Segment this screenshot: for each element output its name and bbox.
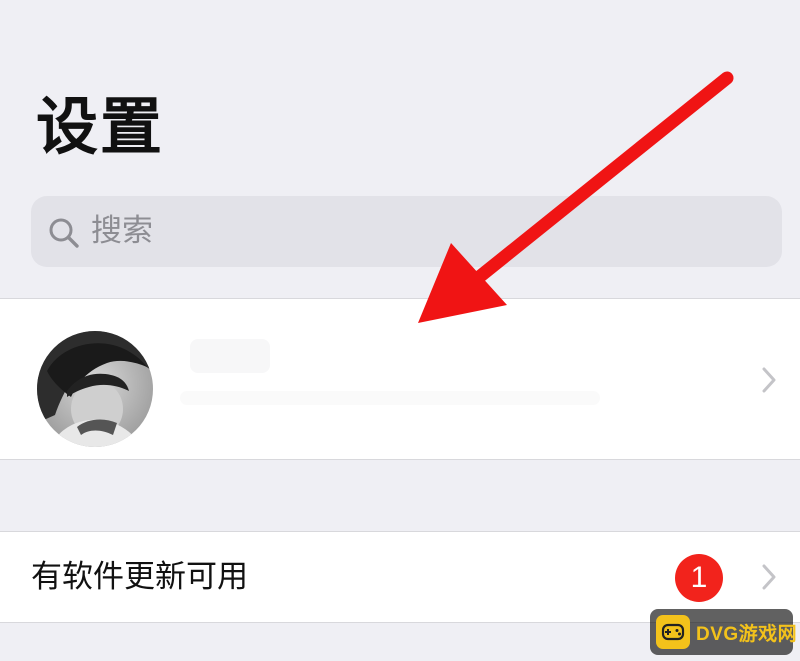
page-title: 设置 (36, 90, 165, 163)
search-bar[interactable]: 搜索 (31, 196, 782, 267)
watermark-badge: DVG游戏网 (650, 609, 797, 655)
avatar (37, 331, 153, 447)
chevron-right-icon (762, 367, 776, 393)
gamepad-icon (656, 615, 690, 649)
chevron-right-icon (762, 564, 776, 590)
notification-badge: 1 (675, 554, 723, 602)
software-update-label: 有软件更新可用 (31, 559, 248, 595)
search-placeholder: 搜索 (91, 213, 153, 249)
profile-name-redacted (190, 339, 270, 373)
apple-id-profile-row[interactable] (0, 298, 800, 460)
watermark-text: DVG游戏网 (696, 623, 798, 645)
search-icon (49, 218, 79, 248)
profile-subtitle-redacted (180, 391, 600, 405)
